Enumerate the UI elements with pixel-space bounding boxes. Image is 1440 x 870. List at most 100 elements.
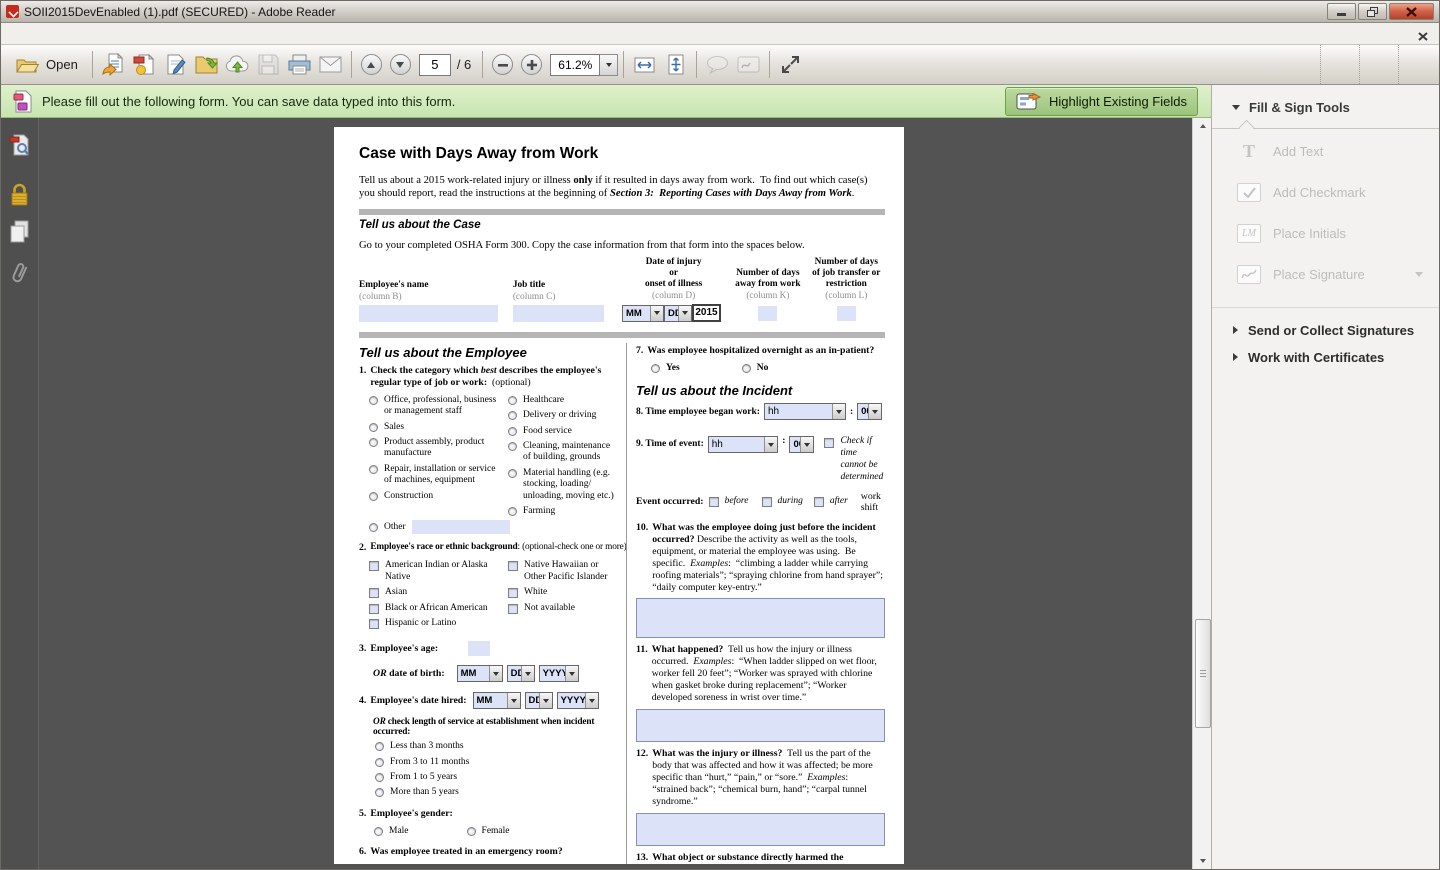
checkbox-during[interactable]: during xyxy=(762,496,803,507)
q12-answer-textarea[interactable] xyxy=(636,813,885,846)
checkbox-option[interactable]: Black or African American xyxy=(369,603,505,614)
open-button[interactable]: Open xyxy=(7,52,87,78)
attachments-paperclip-icon[interactable] xyxy=(6,260,34,288)
radio-option[interactable]: More than 5 years xyxy=(375,787,617,798)
days-restriction-field[interactable] xyxy=(837,306,856,321)
toolbar-tab[interactable] xyxy=(1359,45,1398,84)
radio-option[interactable]: Office, professional, business or manage… xyxy=(369,395,505,418)
fit-width-icon[interactable] xyxy=(629,50,660,80)
scroll-up-button[interactable] xyxy=(1193,118,1213,134)
fit-page-icon[interactable] xyxy=(660,50,691,80)
typewriter-sign-icon[interactable] xyxy=(733,50,764,80)
employee-name-field[interactable] xyxy=(359,305,498,322)
menu-item[interactable] xyxy=(28,31,46,37)
place-signature-tool[interactable]: Place Signature xyxy=(1212,256,1439,293)
previous-page-button[interactable] xyxy=(361,54,382,75)
event-hour-dropdown[interactable]: hh xyxy=(708,436,779,453)
checkbox-option[interactable]: White xyxy=(508,587,617,598)
radio-option[interactable]: Cleaning, maintenance of building, groun… xyxy=(508,441,617,464)
radio-option[interactable]: Farming xyxy=(508,506,617,517)
send-folder-icon[interactable] xyxy=(191,50,222,80)
menu-item[interactable] xyxy=(64,31,82,37)
checkbox-option[interactable]: Hispanic or Latino xyxy=(369,618,505,629)
next-page-button[interactable] xyxy=(390,54,411,75)
minimize-button[interactable] xyxy=(1327,3,1356,20)
radio-option-other[interactable]: Other xyxy=(369,522,406,533)
q11-answer-textarea[interactable] xyxy=(636,709,885,742)
checkbox-before[interactable]: before xyxy=(709,496,749,507)
began-work-hour-dropdown[interactable]: hh xyxy=(764,403,846,420)
save-icon[interactable] xyxy=(253,50,284,80)
add-text-tool[interactable]: T Add Text xyxy=(1212,133,1439,170)
toolbar-tab[interactable] xyxy=(1282,45,1320,84)
job-title-field[interactable] xyxy=(513,305,604,322)
time-undetermined-checkbox[interactable] xyxy=(824,438,834,448)
menu-item[interactable] xyxy=(82,31,100,37)
scroll-down-button[interactable] xyxy=(1193,853,1213,869)
panel-header[interactable]: Fill & Sign Tools xyxy=(1212,85,1439,115)
radio-option[interactable]: Product assembly, product manufacture xyxy=(369,437,505,460)
email-icon[interactable] xyxy=(315,50,346,80)
radio-option[interactable]: Food service xyxy=(508,426,617,437)
fullscreen-mode-icon[interactable] xyxy=(775,50,806,80)
zoom-in-button[interactable] xyxy=(521,54,542,75)
days-away-field[interactable] xyxy=(758,306,777,321)
close-button[interactable] xyxy=(1389,3,1434,20)
share-file-icon[interactable] xyxy=(98,50,129,80)
cloud-upload-icon[interactable] xyxy=(222,50,253,80)
hired-month-dropdown[interactable]: MM xyxy=(473,692,521,709)
panel-section[interactable]: Work with Certificates xyxy=(1212,339,1439,366)
began-work-minute-dropdown[interactable]: 00 xyxy=(857,403,882,420)
checkbox-option[interactable]: Asian xyxy=(369,587,505,598)
radio-option-female[interactable]: Female xyxy=(467,826,510,837)
add-checkmark-tool[interactable]: Add Checkmark xyxy=(1212,174,1439,211)
highlight-existing-fields-button[interactable]: Highlight Existing Fields xyxy=(1005,87,1198,116)
sign-document-icon[interactable] xyxy=(160,50,191,80)
chevron-down-icon[interactable] xyxy=(1415,272,1423,277)
radio-option[interactable]: Construction xyxy=(369,491,505,502)
q10-answer-textarea[interactable] xyxy=(636,598,885,638)
toolbar-tab[interactable] xyxy=(1398,45,1437,84)
page-number-input[interactable]: 5 xyxy=(419,54,451,76)
zoom-dropdown-button[interactable] xyxy=(600,54,618,76)
dob-month-dropdown[interactable]: MM xyxy=(457,665,503,682)
injury-day-dropdown[interactable]: DD xyxy=(664,305,692,322)
event-minute-dropdown[interactable]: 00 xyxy=(789,436,814,453)
export-pdf-icon[interactable] xyxy=(129,50,160,80)
hired-day-dropdown[interactable]: DD xyxy=(525,692,553,709)
injury-year-field[interactable]: 2015 xyxy=(692,304,721,322)
page-thumbnails-icon[interactable] xyxy=(6,131,34,159)
place-initials-tool[interactable]: LM Place Initials xyxy=(1212,215,1439,252)
radio-option[interactable]: Material handling (e.g. stocking, loadin… xyxy=(508,468,617,502)
restore-button[interactable] xyxy=(1358,3,1387,20)
radio-option[interactable]: Repair, installation or service of machi… xyxy=(369,464,505,487)
hired-year-dropdown[interactable]: YYYY xyxy=(557,692,599,709)
radio-option[interactable]: Sales xyxy=(369,422,505,433)
scrollbar-thumb[interactable] xyxy=(1195,619,1211,728)
employee-age-field[interactable] xyxy=(468,641,490,656)
pages-icon[interactable] xyxy=(6,218,34,246)
zoom-out-button[interactable] xyxy=(492,54,513,75)
comment-bubble-icon[interactable] xyxy=(702,50,733,80)
radio-option[interactable]: From 1 to 5 years xyxy=(375,772,617,783)
zoom-level-input[interactable]: 61.2% xyxy=(550,54,600,76)
toolbar-tab[interactable] xyxy=(1320,45,1359,84)
injury-month-dropdown[interactable]: MM xyxy=(622,305,664,322)
print-icon[interactable] xyxy=(284,50,315,80)
checkbox-option[interactable]: Native Hawaiian or Other Pacific Islande… xyxy=(508,560,617,583)
radio-option[interactable]: Less than 3 months xyxy=(375,741,617,752)
radio-option-yes[interactable]: Yes xyxy=(651,363,680,374)
menu-item[interactable] xyxy=(46,31,64,37)
radio-option-no[interactable]: No xyxy=(742,363,769,374)
security-lock-icon[interactable] xyxy=(6,181,34,209)
radio-option[interactable]: Healthcare xyxy=(508,395,617,406)
close-document-icon[interactable] xyxy=(1418,28,1428,46)
document-scrollbar[interactable] xyxy=(1192,118,1213,869)
checkbox-after[interactable]: after xyxy=(814,496,848,507)
radio-option-male[interactable]: Male xyxy=(374,826,409,837)
panel-section[interactable]: Send or Collect Signatures xyxy=(1212,312,1439,339)
radio-option[interactable]: From 3 to 11 months xyxy=(375,757,617,768)
dob-year-dropdown[interactable]: YYYY xyxy=(539,665,579,682)
checkbox-option[interactable]: Not available xyxy=(508,603,617,614)
checkbox-option[interactable]: American Indian or Alaska Native xyxy=(369,560,505,583)
